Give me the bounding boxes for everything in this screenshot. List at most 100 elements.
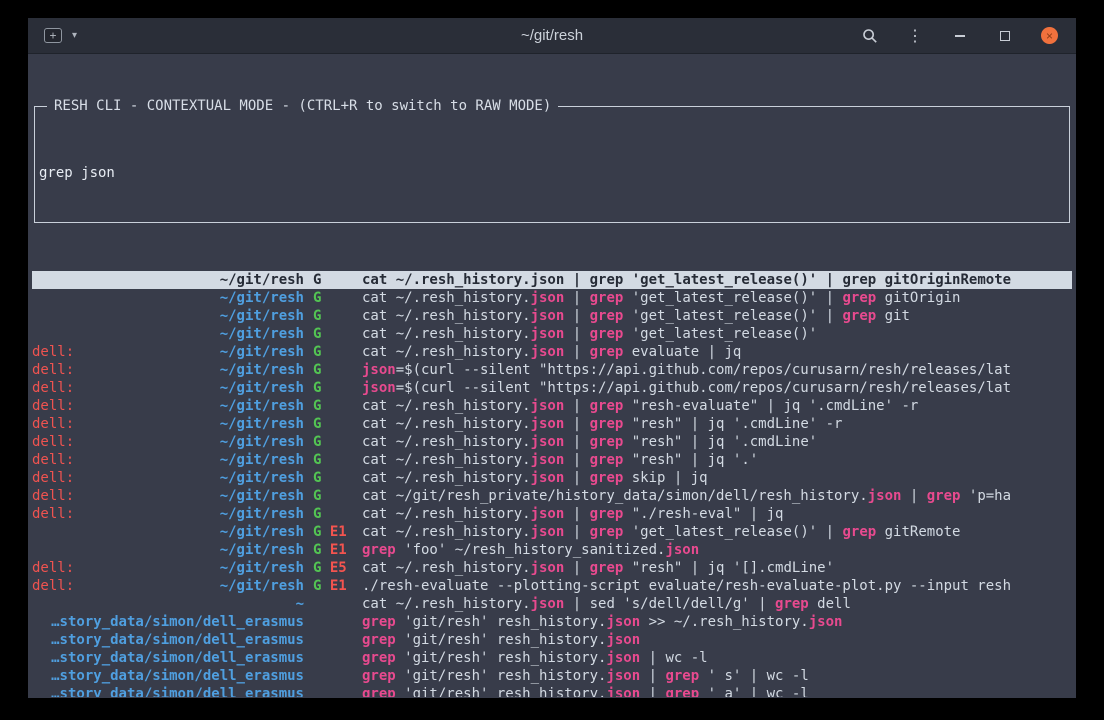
path-label: ~/git/resh <box>220 487 304 505</box>
close-icon[interactable] <box>1041 27 1058 44</box>
row-flags: G <box>304 451 362 469</box>
row-flags: G <box>304 307 362 325</box>
history-row[interactable]: dell:~/git/reshG E5cat ~/.resh_history.j… <box>32 559 1072 577</box>
query-match: json <box>531 434 565 450</box>
terminal-window: ▾ ~/git/resh ⋮ RESH CLI - CONTEXTUAL MOD… <box>28 18 1076 698</box>
path-label: ~/git/resh <box>220 379 304 397</box>
path-label: ~/git/resh <box>220 523 304 541</box>
menu-icon[interactable]: ⋮ <box>906 27 924 45</box>
command-text: cat ~/.resh_history.json | grep "resh" |… <box>362 433 1072 451</box>
command-text: cat ~/.resh_history.json | grep "./resh-… <box>362 505 1072 523</box>
resh-query-input[interactable]: grep json <box>39 164 1065 182</box>
search-icon[interactable] <box>861 27 879 45</box>
tab-chevron-icon[interactable]: ▾ <box>72 30 77 41</box>
history-row[interactable]: …story_data/simon/dell_erasmus grep 'git/… <box>32 631 1072 649</box>
command-segment: cat ~/.resh_history. <box>362 434 531 450</box>
command-segment: cat ~/.resh_history. <box>362 596 531 612</box>
history-row[interactable]: dell:~/git/reshGjson=$(curl --silent "ht… <box>32 379 1072 397</box>
history-row[interactable]: dell:~/git/reshG E1./resh-evaluate --plo… <box>32 577 1072 595</box>
command-segment: 'git/resh' resh_history. <box>396 668 607 684</box>
path-label: ~/git/resh <box>220 343 304 361</box>
command-segment: cat ~/.resh_history. <box>362 506 531 522</box>
history-row[interactable]: ~/git/reshGcat ~/.resh_history.json | gr… <box>32 307 1072 325</box>
query-match: grep <box>590 524 624 540</box>
query-match: grep <box>775 596 809 612</box>
command-text: cat ~/.resh_history.json | grep 'get_lat… <box>362 289 1072 307</box>
command-text: grep 'git/resh' resh_history.json >> ~/.… <box>362 613 1072 631</box>
git-flag: G <box>313 326 321 342</box>
host-label: dell: <box>32 361 74 379</box>
command-segment: gitOriginRemote <box>876 272 1011 288</box>
command-segment: cat ~/.resh_history. <box>362 560 531 576</box>
git-flag: G <box>313 380 321 396</box>
query-match: json <box>531 452 565 468</box>
host-label: dell: <box>32 469 74 487</box>
history-row[interactable]: …story_data/simon/dell_erasmusgrep 'git/… <box>32 649 1072 667</box>
history-row[interactable]: ~/git/reshG E1cat ~/.resh_history.json |… <box>32 523 1072 541</box>
command-segment: | <box>564 524 589 540</box>
history-row[interactable]: dell:~/git/reshGcat ~/.resh_history.json… <box>32 469 1072 487</box>
history-row[interactable]: dell:~/git/reshGcat ~/.resh_history.json… <box>32 415 1072 433</box>
history-row[interactable]: dell:~/git/reshGcat ~/.resh_history.json… <box>32 343 1072 361</box>
git-flag: G <box>313 488 321 504</box>
history-row[interactable]: dell:~/git/reshGcat ~/git/resh_private/h… <box>32 487 1072 505</box>
query-match: grep <box>590 290 624 306</box>
history-row[interactable]: dell:~/git/reshGjson=$(curl --silent "ht… <box>32 361 1072 379</box>
row-location: ~/git/resh <box>32 271 304 289</box>
path-label: …story_data/simon/dell_erasmus <box>51 631 304 649</box>
row-flags: G <box>304 487 362 505</box>
query-match: grep <box>362 632 396 648</box>
command-segment: | <box>564 560 589 576</box>
row-flags <box>304 631 362 649</box>
command-segment: | <box>564 290 589 306</box>
query-match: grep <box>590 452 624 468</box>
command-text: grep 'git/resh' resh_history.json | grep… <box>362 685 1072 697</box>
command-segment: cat ~/.resh_history. <box>362 524 531 540</box>
history-row[interactable]: ~/git/reshG E1grep 'foo' ~/resh_history_… <box>32 541 1072 559</box>
query-match: json <box>531 470 565 486</box>
history-row[interactable]: ~/git/reshGcat ~/.resh_history.json | gr… <box>32 325 1072 343</box>
row-location: …story_data/simon/dell_erasmus <box>32 631 304 649</box>
command-text: cat ~/.resh_history.json | grep 'get_lat… <box>362 307 1072 325</box>
command-segment: ' s' | wc -l <box>699 668 809 684</box>
history-row[interactable]: dell:~/git/reshGcat ~/.resh_history.json… <box>32 397 1072 415</box>
terminal-content: RESH CLI - CONTEXTUAL MODE - (CTRL+R to … <box>28 54 1076 697</box>
query-match: grep <box>590 344 624 360</box>
history-row[interactable]: …story_data/simon/dell_erasmusgrep 'git/… <box>32 613 1072 631</box>
titlebar: ▾ ~/git/resh ⋮ <box>28 18 1076 54</box>
minimize-icon[interactable] <box>951 27 969 45</box>
history-row[interactable]: dell:~/git/reshGcat ~/.resh_history.json… <box>32 451 1072 469</box>
history-row[interactable]: dell:~/git/reshGcat ~/.resh_history.json… <box>32 505 1072 523</box>
path-label: ~/git/resh <box>220 451 304 469</box>
restore-icon[interactable] <box>996 27 1014 45</box>
command-text: cat ~/.resh_history.json | grep "resh" |… <box>362 451 1072 469</box>
query-match: grep <box>590 470 624 486</box>
host-label: dell: <box>32 559 74 577</box>
path-label: ~/git/resh <box>220 289 304 307</box>
query-match: grep <box>927 488 961 504</box>
host-label: dell: <box>32 577 74 595</box>
row-flags: G <box>304 469 362 487</box>
git-flag: G <box>313 416 321 432</box>
git-flag: G <box>313 344 321 360</box>
history-row[interactable]: dell:~/git/reshGcat ~/.resh_history.json… <box>32 433 1072 451</box>
history-row[interactable]: ~cat ~/.resh_history.json | sed 's/dell/… <box>32 595 1072 613</box>
command-text: grep 'git/resh' resh_history.json <box>362 631 1072 649</box>
row-location: dell:~/git/resh <box>32 415 304 433</box>
command-segment: cat ~/.resh_history. <box>362 470 531 486</box>
screen-background: { "palette": { "terminal_bg": "#383c4a",… <box>0 0 1104 720</box>
history-row[interactable]: …story_data/simon/dell_erasmusgrep 'git/… <box>32 685 1072 697</box>
history-row[interactable]: ~/git/reshGcat ~/.resh_history.json | gr… <box>32 271 1072 289</box>
history-row[interactable]: …story_data/simon/dell_erasmusgrep 'git/… <box>32 667 1072 685</box>
query-match: json <box>531 290 565 306</box>
resh-search-box[interactable]: RESH CLI - CONTEXTUAL MODE - (CTRL+R to … <box>34 106 1070 223</box>
history-row[interactable]: ~/git/reshGcat ~/.resh_history.json | gr… <box>32 289 1072 307</box>
command-text: json=$(curl --silent "https://api.github… <box>362 361 1072 379</box>
command-segment: "./resh-eval" | jq <box>623 506 783 522</box>
row-location: …story_data/simon/dell_erasmus <box>32 667 304 685</box>
query-match: json <box>531 596 565 612</box>
row-location: ~/git/resh <box>32 289 304 307</box>
command-segment: 'p=ha <box>960 488 1011 504</box>
command-segment: ' a' | wc -l <box>699 686 809 697</box>
new-tab-icon[interactable] <box>44 28 62 43</box>
